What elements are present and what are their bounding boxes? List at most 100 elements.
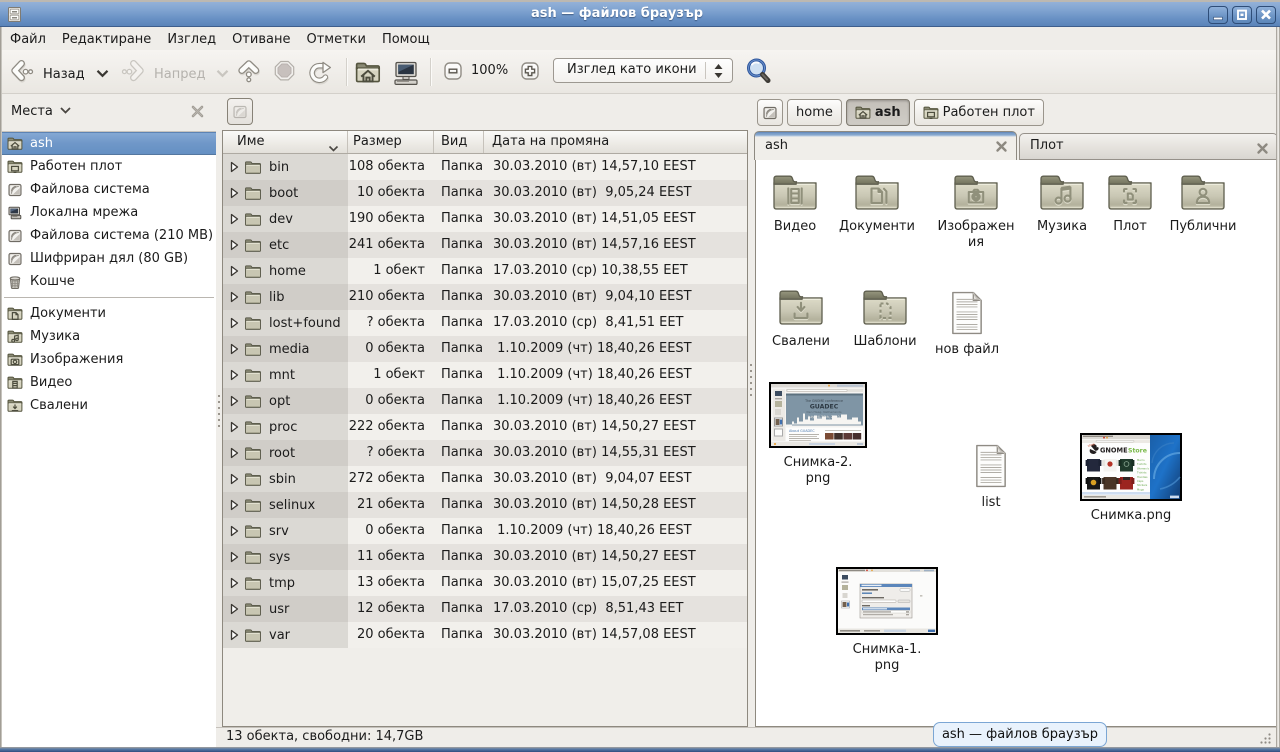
icon-item-снимка-1.-png[interactable]: Снимка-1. png — [835, 567, 939, 674]
expander-icon[interactable] — [228, 265, 240, 277]
menu-bookmarks[interactable]: Отметки — [298, 29, 373, 50]
expander-icon[interactable] — [228, 629, 240, 641]
tab-ash[interactable]: ash — [754, 131, 1017, 160]
menu-file[interactable]: Файл — [2, 29, 54, 50]
tree-row-proc[interactable]: proc 222 обекта Папка 30.03.2010 (вт) 14… — [223, 414, 747, 440]
tree-row-lib[interactable]: lib 210 обекта Папка 30.03.2010 (вт) 9,0… — [223, 284, 747, 310]
icon-item-снимка.png[interactable]: shop GNOME Store Men'sT-shirtsWomen'sT-s… — [1079, 433, 1183, 524]
expander-icon[interactable] — [228, 343, 240, 355]
column-header-size[interactable]: Размер — [348, 131, 434, 153]
folder-icon — [244, 160, 262, 175]
tree-row-home[interactable]: home 1 обект Папка 17.03.2010 (ср) 10,38… — [223, 258, 747, 284]
tree-row-mnt[interactable]: mnt 1 обект Папка 1.10.2009 (чт) 18,40,2… — [223, 362, 747, 388]
computer-button[interactable] — [391, 58, 421, 92]
icon-item-нов-файл[interactable]: нов файл — [915, 291, 1019, 358]
up-icon — [236, 58, 262, 86]
back-button[interactable]: Назад — [7, 58, 109, 90]
tree-row-bin[interactable]: bin 108 обекта Папка 30.03.2010 (вт) 14,… — [223, 154, 747, 180]
expander-icon[interactable] — [228, 525, 240, 537]
sidebar-item-свалени[interactable]: Свалени — [2, 394, 216, 417]
forward-button[interactable]: Напред — [118, 58, 229, 90]
expander-icon[interactable] — [228, 421, 240, 433]
tab-plot[interactable]: Плот — [1019, 133, 1278, 160]
tree-row-opt[interactable]: opt 0 обекта Папка 1.10.2009 (чт) 18,40,… — [223, 388, 747, 414]
pane-toggle-button[interactable] — [227, 98, 253, 125]
expander-icon[interactable] — [228, 213, 240, 225]
menu-edit[interactable]: Редактиране — [54, 29, 159, 50]
resize-grip[interactable] — [1259, 732, 1272, 745]
places-selector[interactable]: Места — [11, 104, 72, 119]
sidebar-item-видео[interactable]: Видео — [2, 371, 216, 394]
sidebar-item-работен-плот[interactable]: Работен плот — [2, 155, 216, 178]
path-button-ash[interactable]: ash — [846, 99, 910, 126]
expander-icon[interactable] — [228, 317, 240, 329]
path-bar: home ash Работен плот — [757, 99, 1044, 126]
sidebar-item-файлова-система[interactable]: Файлова система — [2, 178, 216, 201]
tree-row-etc[interactable]: etc 241 обекта Папка 30.03.2010 (вт) 14,… — [223, 232, 747, 258]
zoom-out-button[interactable] — [444, 62, 462, 80]
tab-close-icon[interactable] — [995, 140, 1008, 153]
expander-icon[interactable] — [228, 473, 240, 485]
titlebar[interactable]: ash — файлов браузър — [0, 0, 1280, 27]
tree-row-root[interactable]: root ? обекта Папка 30.03.2010 (вт) 14,5… — [223, 440, 747, 466]
sidebar-item-кошче[interactable]: Кошче — [2, 270, 216, 293]
path-button-filesystem[interactable] — [757, 99, 783, 126]
column-header-type[interactable]: Вид — [434, 131, 484, 153]
path-button-работен-плот[interactable]: Работен плот — [914, 99, 1044, 126]
sidebar-close-icon[interactable] — [190, 104, 206, 120]
tree-row-selinux[interactable]: selinux 21 обекта Папка 30.03.2010 (вт) … — [223, 492, 747, 518]
expander-icon[interactable] — [228, 187, 240, 199]
forward-dropdown-icon[interactable] — [216, 67, 229, 82]
tree-row-media[interactable]: media 0 обекта Папка 1.10.2009 (чт) 18,4… — [223, 336, 747, 362]
reload-button[interactable] — [306, 58, 334, 86]
sidebar-item-документи[interactable]: Документи — [2, 302, 216, 325]
expander-icon[interactable] — [228, 369, 240, 381]
close-button[interactable] — [1256, 6, 1276, 24]
tree-row-srv[interactable]: srv 0 обекта Папка 1.10.2009 (чт) 18,40,… — [223, 518, 747, 544]
tree-row-tmp[interactable]: tmp 13 обекта Папка 30.03.2010 (вт) 15,0… — [223, 570, 747, 596]
column-header-date[interactable]: Дата на промяна — [484, 131, 747, 153]
sidebar-item-музика[interactable]: Музика — [2, 325, 216, 348]
menu-help[interactable]: Помощ — [374, 29, 438, 50]
maximize-button[interactable] — [1232, 6, 1252, 24]
expander-icon[interactable] — [228, 603, 240, 615]
expander-icon[interactable] — [228, 499, 240, 511]
tab-close-icon[interactable] — [1256, 142, 1269, 155]
menu-view[interactable]: Изглед — [159, 29, 224, 50]
expander-icon[interactable] — [228, 291, 240, 303]
sidebar-item-ash[interactable]: ash — [2, 132, 216, 155]
expander-icon[interactable] — [228, 239, 240, 251]
sidebar-item-шифриран-дял-80-gb-[interactable]: Шифриран дял (80 GB) — [2, 247, 216, 270]
expander-icon[interactable] — [228, 395, 240, 407]
expander-icon[interactable] — [228, 161, 240, 173]
expander-icon[interactable] — [228, 551, 240, 563]
back-dropdown-icon[interactable] — [96, 67, 109, 82]
path-button-home[interactable]: home — [787, 99, 842, 126]
menu-go[interactable]: Отиване — [224, 29, 298, 50]
icon-item-снимка-2.-png[interactable]: The GNOME conference GUADEC Den Haag, Ne… — [766, 382, 870, 487]
minimize-button[interactable] — [1208, 6, 1228, 24]
sidebar-item-файлова-система-210-mb-[interactable]: Файлова система (210 MB) — [2, 224, 216, 247]
column-header-name[interactable]: Име — [223, 131, 348, 153]
tree-row-sbin[interactable]: sbin 272 обекта Папка 30.03.2010 (вт) 9,… — [223, 466, 747, 492]
sidebar-item-изображения[interactable]: Изображения — [2, 348, 216, 371]
tree-row-dev[interactable]: dev 190 обекта Папка 30.03.2010 (вт) 14,… — [223, 206, 747, 232]
tree-row-var[interactable]: var 20 обекта Папка 30.03.2010 (вт) 14,5… — [223, 622, 747, 648]
up-button[interactable] — [236, 58, 262, 86]
tree-row-usr[interactable]: usr 12 обекта Папка 17.03.2010 (ср) 8,51… — [223, 596, 747, 622]
icon-item-list[interactable]: list — [939, 444, 1043, 511]
icon-item-публични[interactable]: Публични — [1151, 172, 1255, 235]
icon-item-документи[interactable]: Документи — [825, 172, 929, 235]
stop-button[interactable] — [272, 58, 298, 86]
zoom-in-button[interactable] — [521, 62, 539, 80]
home-button[interactable] — [355, 60, 381, 90]
expander-icon[interactable] — [228, 447, 240, 459]
view-mode-select[interactable]: Изглед като икони — [553, 58, 733, 83]
sidebar-item-локална-мрежа[interactable]: Локална мрежа — [2, 201, 216, 224]
expander-icon[interactable] — [228, 577, 240, 589]
tree-row-boot[interactable]: boot 10 обекта Папка 30.03.2010 (вт) 9,0… — [223, 180, 747, 206]
cell-type: Папка — [434, 596, 484, 622]
tree-row-lost+found[interactable]: lost+found ? обекта Папка 17.03.2010 (ср… — [223, 310, 747, 336]
tree-row-sys[interactable]: sys 11 обекта Папка 30.03.2010 (вт) 14,5… — [223, 544, 747, 570]
search-button[interactable] — [744, 56, 774, 88]
